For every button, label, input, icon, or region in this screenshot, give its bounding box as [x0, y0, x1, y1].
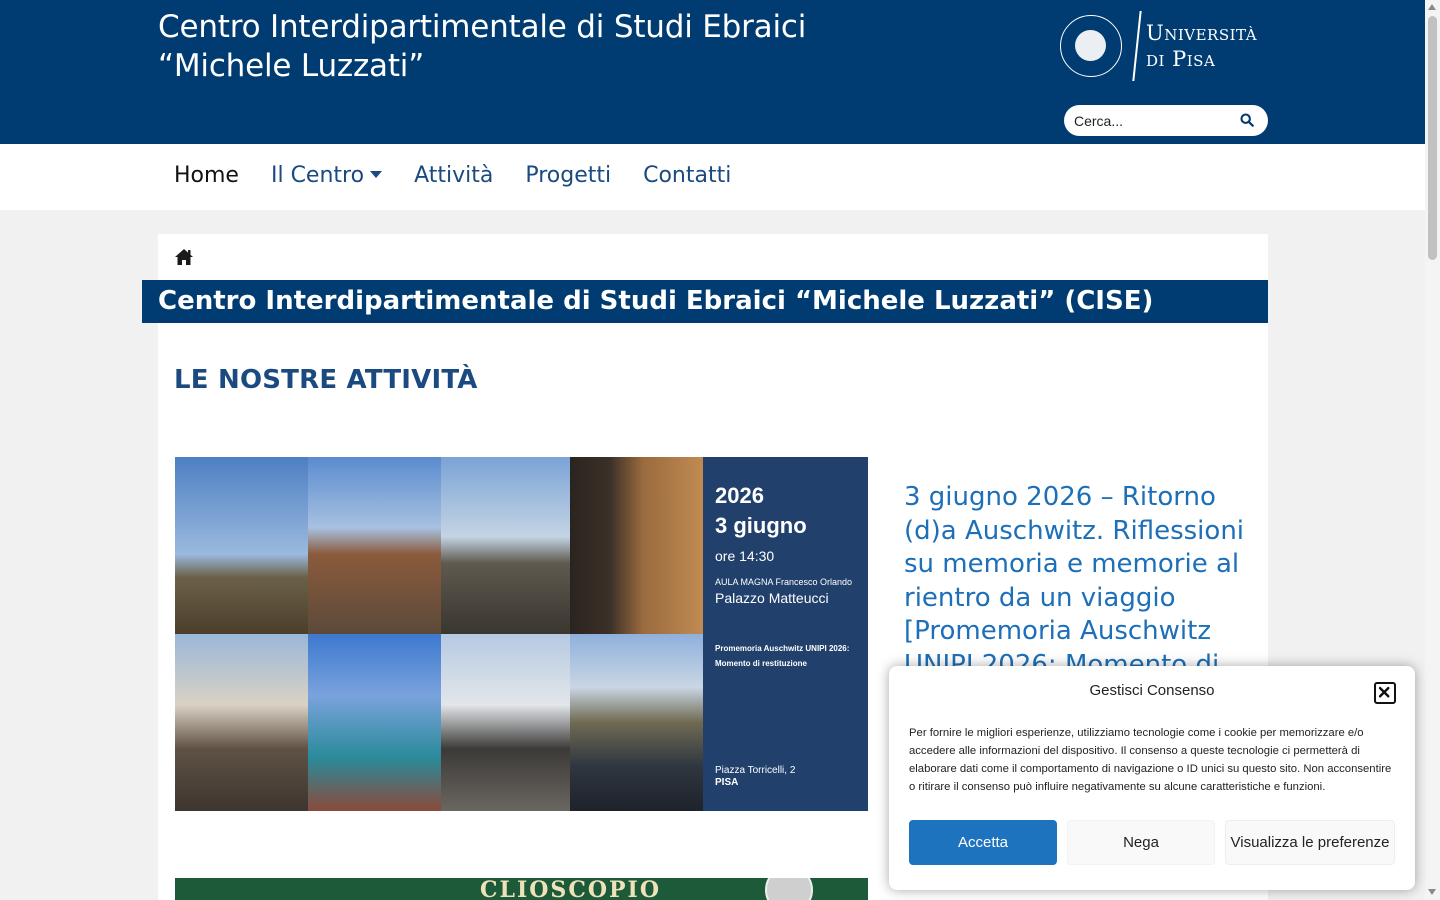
nav-item-label: Il Centro — [270, 163, 365, 188]
photo-tile — [570, 457, 703, 634]
logo-line-1: Università — [1146, 21, 1258, 45]
poster-year: 2026 — [715, 483, 764, 508]
poster-info-panel: 2026 3 giugno ore 14:30 AULA MAGNA Franc… — [703, 457, 868, 811]
main-navigation: Home Il Centro Attività Progetti Contatt… — [0, 144, 1425, 210]
consent-text: Per fornire le migliori esperienze, util… — [909, 727, 1392, 793]
poster-street: Piazza Torricelli, 2 — [715, 765, 796, 776]
accept-button[interactable]: Accetta — [909, 820, 1057, 865]
scroll-up-arrow-icon[interactable] — [1428, 4, 1436, 10]
search-icon[interactable] — [1240, 113, 1254, 127]
logo-text: Università di Pisa — [1146, 20, 1257, 72]
poster-time: ore 14:30 — [715, 548, 775, 564]
second-article-image[interactable]: CLIOSCOPIO — [175, 878, 868, 900]
consent-title: Gestisci Consenso — [1089, 682, 1215, 699]
close-icon[interactable] — [1374, 682, 1396, 704]
nav-item-attivita[interactable]: Attività — [414, 162, 493, 190]
nav-item-home[interactable]: Home — [174, 162, 239, 190]
second-poster-title: CLIOSCOPIO — [480, 878, 661, 900]
home-icon[interactable] — [174, 248, 194, 266]
scrollbar-thumb[interactable] — [1428, 16, 1437, 260]
photo-tile — [308, 634, 441, 811]
poster-event-name: Promemoria Auschwitz UNIPI 2026: Momento… — [715, 644, 850, 668]
section-heading: LE NOSTRE ATTIVITÀ — [174, 365, 478, 395]
logo-line-2: di Pisa — [1146, 47, 1216, 71]
scroll-down-arrow-icon[interactable] — [1428, 889, 1436, 895]
article-title-link[interactable]: 3 giugno 2026 – Ritorno (d)a Auschwitz. … — [904, 481, 1249, 677]
logo-divider — [1132, 11, 1142, 81]
cookie-consent-dialog: Gestisci Consenso Per fornire le miglior… — [889, 666, 1415, 890]
caret-down-icon — [370, 171, 383, 178]
photo-tile — [441, 457, 570, 634]
university-logo[interactable]: Università di Pisa — [1060, 10, 1270, 82]
poster-city: PISA — [715, 777, 739, 788]
photo-tile — [175, 634, 308, 811]
photo-tile — [175, 457, 308, 634]
nav-item-il-centro[interactable]: Il Centro — [270, 162, 383, 190]
poster-aula: AULA MAGNA Francesco Orlando — [715, 577, 853, 587]
view-preferences-button[interactable]: Visualizza le preferenze — [1225, 820, 1395, 865]
site-header: Centro Interdipartimentale di Studi Ebra… — [0, 0, 1425, 144]
photo-tile — [308, 457, 441, 634]
search-input[interactable] — [1074, 112, 1224, 129]
nav-item-progetti[interactable]: Progetti — [525, 162, 611, 190]
poster-palazzo: Palazzo Matteucci — [715, 590, 829, 606]
site-title[interactable]: Centro Interdipartimentale di Studi Ebra… — [158, 8, 878, 86]
event-poster-image[interactable]: 2026 3 giugno ore 14:30 AULA MAGNA Franc… — [175, 457, 868, 811]
poster-date: 3 giugno — [715, 513, 807, 538]
poster-address: Piazza Torricelli, 2 PISA — [715, 765, 795, 789]
search-box — [1064, 105, 1268, 136]
nav-item-contatti[interactable]: Contatti — [643, 162, 731, 190]
deny-button[interactable]: Nega — [1067, 820, 1215, 865]
photo-tile — [570, 634, 703, 811]
page-title-banner: Centro Interdipartimentale di Studi Ebra… — [142, 280, 1268, 323]
nav-list: Home Il Centro Attività Progetti Contatt… — [174, 162, 731, 190]
page-title: Centro Interdipartimentale di Studi Ebra… — [158, 286, 1154, 316]
university-seal-icon — [1060, 15, 1122, 77]
photo-tile — [441, 634, 570, 811]
medal-icon — [765, 878, 813, 900]
page-scrollbar[interactable] — [1425, 0, 1440, 900]
